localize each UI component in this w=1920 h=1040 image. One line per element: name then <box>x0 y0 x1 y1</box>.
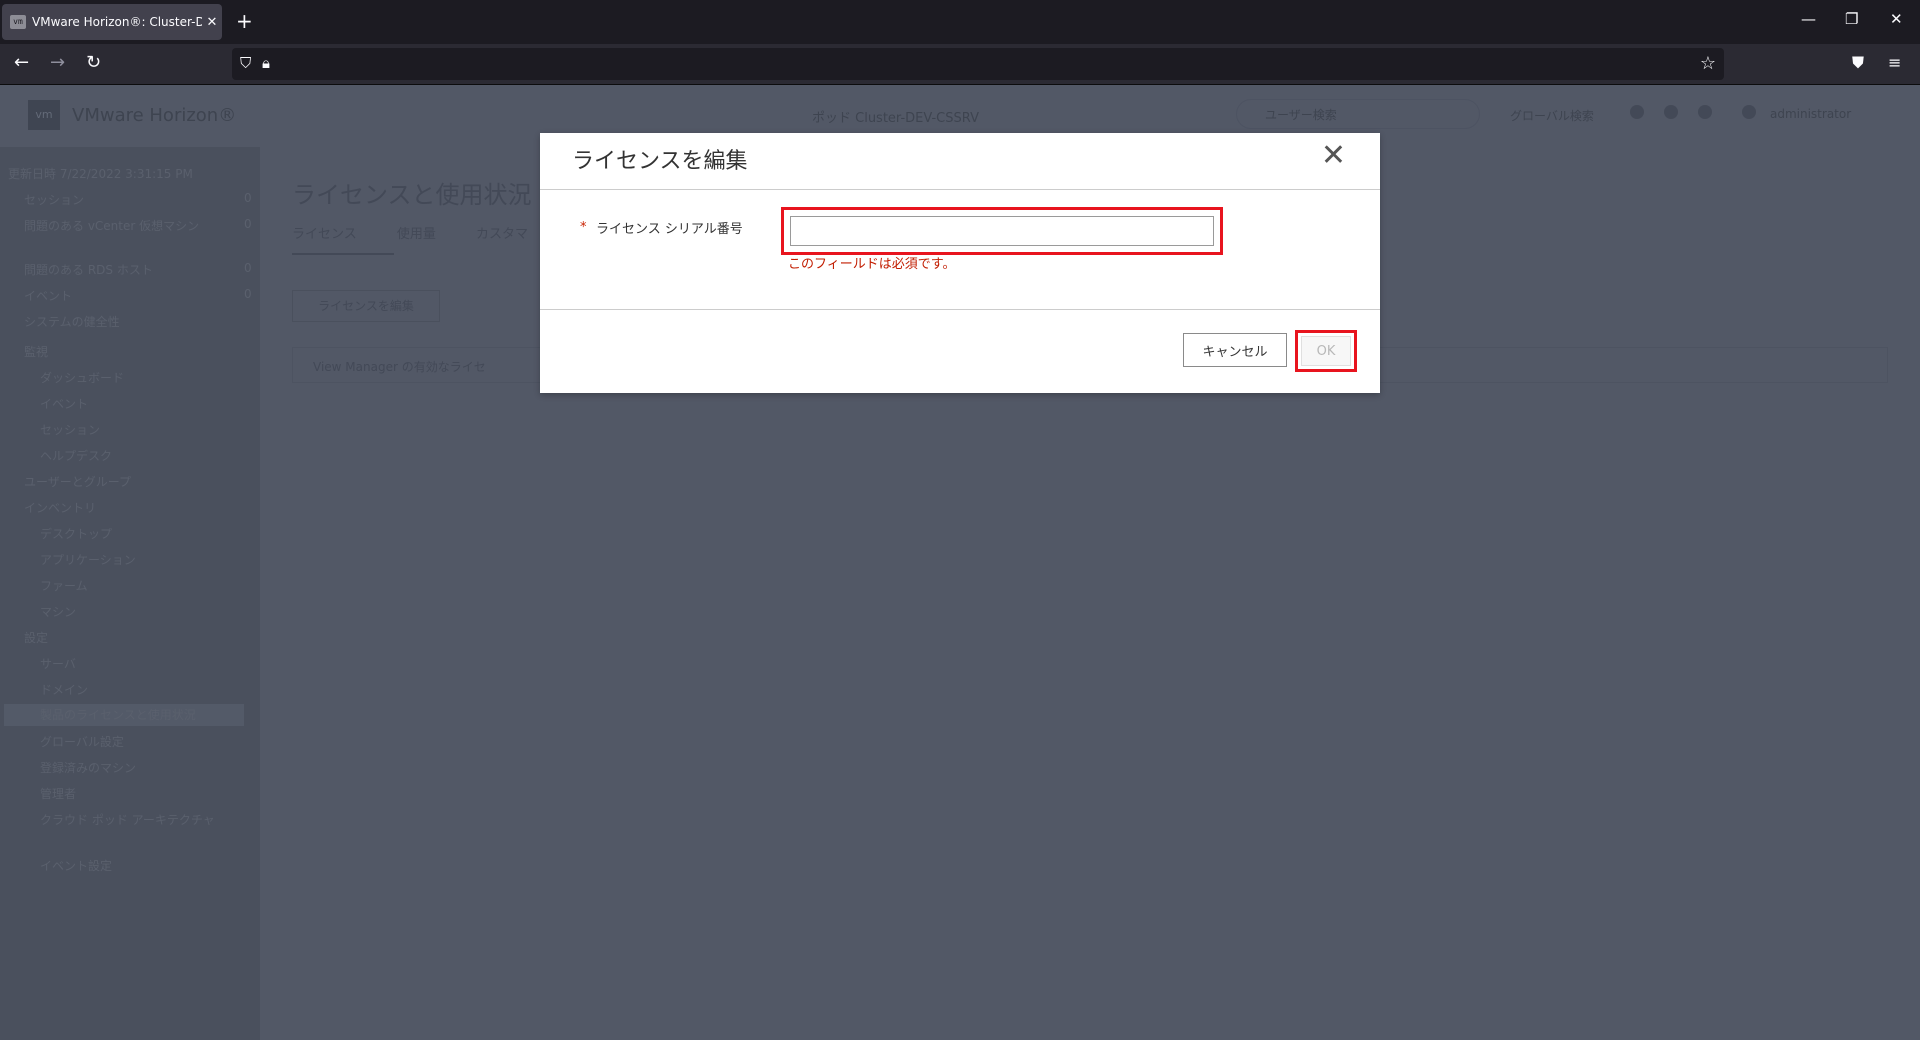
sidebar-count: 0 <box>244 191 252 205</box>
sidebar-item-users-groups[interactable]: ユーザーとグループ <box>24 473 131 490</box>
notification-icon[interactable] <box>1630 105 1644 119</box>
brand-name: VMware Horizon® <box>72 105 237 126</box>
sidebar-section-inventory[interactable]: インベントリ <box>24 499 96 516</box>
star-icon[interactable]: ☆ <box>1700 53 1716 74</box>
sidebar-item-rds-problem[interactable]: 問題のある RDS ホスト <box>24 261 153 278</box>
reload-icon[interactable]: ↻ <box>86 53 101 73</box>
license-serial-label: ライセンス シリアル番号 <box>596 222 743 237</box>
sidebar-item-desktops[interactable]: デスクトップ <box>40 525 112 542</box>
edit-license-dialog: ライセンスを編集 ✕ * ライセンス シリアル番号 このフィールドは必須です。 … <box>540 133 1380 393</box>
address-bar[interactable]: ⛉ 🔒︎ ☆ <box>232 48 1724 80</box>
user-search-input[interactable]: ユーザー検索 <box>1236 99 1480 129</box>
tab-usage[interactable]: 使用量 <box>397 227 436 242</box>
browser-tab[interactable]: vm VMware Horizon®: Cluster-DEV ✕ <box>2 4 222 40</box>
sidebar-section-settings[interactable]: 設定 <box>24 629 48 646</box>
sidebar-count: 0 <box>244 261 252 275</box>
sidebar-item-cloud-pod[interactable]: クラウド ポッド アーキテクチャ <box>40 811 215 828</box>
sidebar-item-license-usage[interactable]: 製品のライセンスと使用状況 <box>4 704 244 726</box>
license-serial-input[interactable] <box>790 216 1214 246</box>
ok-button[interactable]: OK <box>1301 336 1351 366</box>
pod-name: ポッド Cluster-DEV-CSSRV <box>812 111 979 126</box>
sidebar-item-registered-machines[interactable]: 登録済みのマシン <box>40 759 136 776</box>
browser-nav-bar: ← → ↻ ⛉ 🔒︎ ☆ ⛊ ≡ <box>0 44 1920 85</box>
cancel-button[interactable]: キャンセル <box>1183 333 1287 367</box>
sidebar-item-applications[interactable]: アプリケーション <box>40 551 136 568</box>
sidebar-item-farms[interactable]: ファーム <box>40 577 88 594</box>
dialog-footer-divider <box>540 309 1380 310</box>
tab-license[interactable]: ライセンス <box>292 227 357 242</box>
help-icon[interactable] <box>1698 105 1712 119</box>
forward-icon[interactable]: → <box>50 53 65 73</box>
back-icon[interactable]: ← <box>14 53 29 73</box>
sidebar-item-servers[interactable]: サーバ <box>40 655 76 672</box>
sidebar: 更新日時 7/22/2022 3:31:15 PM セッション 0 問題のある … <box>0 147 260 1040</box>
new-tab-icon[interactable]: + <box>236 11 253 31</box>
sidebar-item-machines[interactable]: マシン <box>40 603 76 620</box>
pocket-icon[interactable]: ⛊ <box>1852 53 1864 73</box>
tab-title: VMware Horizon®: Cluster-DEV <box>32 15 202 29</box>
sidebar-item-events[interactable]: イベント <box>24 287 72 304</box>
window-close-icon[interactable]: ✕ <box>1890 10 1903 28</box>
dialog-title: ライセンスを編集 <box>572 149 748 174</box>
sidebar-item-vcenter-problem[interactable]: 問題のある vCenter 仮想マシン <box>24 217 199 234</box>
page-title: ライセンスと使用状況 <box>292 181 532 209</box>
user-icon[interactable] <box>1742 105 1756 119</box>
shield-icon[interactable]: ⛉ <box>240 54 251 72</box>
edit-license-button[interactable]: ライセンスを編集 <box>292 290 440 322</box>
sidebar-updated: 更新日時 7/22/2022 3:31:15 PM <box>8 167 193 181</box>
global-search-link[interactable]: グローバル検索 <box>1510 107 1594 124</box>
sidebar-count: 0 <box>244 217 252 231</box>
sidebar-item-events[interactable]: イベント <box>40 395 88 412</box>
required-marker: * <box>580 220 587 235</box>
vmware-logo: vm <box>28 100 60 130</box>
tab-customer[interactable]: カスタマ <box>476 227 528 242</box>
lock-icon[interactable]: 🔒︎ <box>262 54 270 72</box>
input-highlight-box <box>781 207 1223 255</box>
sidebar-item-dashboard[interactable]: ダッシュボード <box>40 369 124 386</box>
sidebar-item-helpdesk[interactable]: ヘルプデスク <box>40 447 112 464</box>
minimize-icon[interactable]: — <box>1801 10 1816 28</box>
dialog-header-divider <box>540 189 1380 190</box>
field-error-message: このフィールドは必須です。 <box>788 257 956 272</box>
sidebar-item-sessions[interactable]: セッション <box>40 421 100 438</box>
close-tab-icon[interactable]: ✕ <box>202 15 222 30</box>
sidebar-section-monitor[interactable]: 監視 <box>24 343 48 360</box>
sidebar-item-administrators[interactable]: 管理者 <box>40 785 76 802</box>
page-tabs: ライセンス 使用量 カスタマ <box>292 223 564 242</box>
warning-text: View Manager の有効なライセ <box>313 360 486 374</box>
vmware-favicon-icon: vm <box>10 15 26 29</box>
gear-icon[interactable] <box>1664 105 1678 119</box>
sidebar-item-sessions[interactable]: セッション <box>24 191 84 208</box>
menu-icon[interactable]: ≡ <box>1888 53 1901 72</box>
browser-tab-bar: vm VMware Horizon®: Cluster-DEV ✕ + — ❐ … <box>0 0 1920 44</box>
sidebar-item-system-health[interactable]: システムの健全性 <box>24 313 120 330</box>
restore-icon[interactable]: ❐ <box>1845 10 1858 28</box>
active-tab-indicator <box>292 253 394 255</box>
sidebar-count: 0 <box>244 287 252 301</box>
sidebar-item-global-settings[interactable]: グローバル設定 <box>40 733 124 750</box>
ok-highlight-box: OK <box>1295 330 1357 372</box>
user-name[interactable]: administrator <box>1770 107 1851 121</box>
close-icon[interactable]: ✕ <box>1321 141 1346 171</box>
sidebar-item-event-settings[interactable]: イベント設定 <box>40 857 112 874</box>
sidebar-item-domains[interactable]: ドメイン <box>40 681 88 698</box>
